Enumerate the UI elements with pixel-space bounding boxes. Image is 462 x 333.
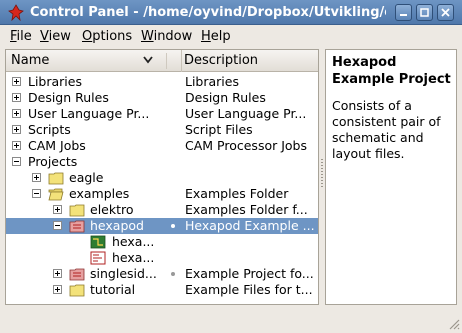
tree-row-elektro[interactable]: elektro Examples Folder f... bbox=[6, 202, 318, 218]
schematic-icon bbox=[90, 251, 106, 265]
minimize-button[interactable] bbox=[395, 4, 412, 21]
folder-icon bbox=[48, 172, 64, 185]
expand-plus-icon[interactable] bbox=[12, 125, 21, 134]
menu-help[interactable]: Help bbox=[201, 28, 231, 45]
project-icon bbox=[69, 220, 85, 233]
tree-row-examples[interactable]: examples Examples Folder bbox=[6, 186, 318, 202]
tree-row-libraries[interactable]: Libraries Libraries bbox=[6, 74, 318, 90]
expand-plus-icon[interactable] bbox=[32, 173, 41, 182]
project-status-dot bbox=[171, 272, 175, 276]
menu-view[interactable]: View bbox=[40, 28, 71, 45]
expand-plus-icon[interactable] bbox=[12, 77, 21, 86]
eagle-app-icon bbox=[8, 4, 24, 21]
tree-row-cam-jobs[interactable]: CAM Jobs CAM Processor Jobs bbox=[6, 138, 318, 154]
collapse-minus-icon[interactable] bbox=[12, 157, 21, 166]
board-icon bbox=[90, 235, 106, 249]
active-project-dot bbox=[171, 224, 175, 228]
folder-icon bbox=[69, 204, 85, 217]
info-description: Consists of a consistent pair of schemat… bbox=[332, 98, 441, 161]
folder-icon bbox=[69, 284, 85, 297]
tree-row-hexapod-board[interactable]: hexa... bbox=[6, 234, 318, 250]
splitter-grip-icon bbox=[321, 159, 323, 189]
close-button[interactable] bbox=[437, 4, 454, 21]
column-header: Name Description bbox=[6, 50, 318, 72]
project-icon bbox=[69, 268, 85, 281]
collapse-minus-icon[interactable] bbox=[32, 189, 41, 198]
menu-window[interactable]: Window bbox=[141, 28, 192, 45]
tree-row-hexapod-schematic[interactable]: hexa... bbox=[6, 250, 318, 266]
column-divider[interactable] bbox=[166, 53, 167, 69]
description-column-header[interactable]: Description bbox=[184, 53, 258, 68]
tree-view[interactable]: Name Description Libraries Libraries Des… bbox=[5, 49, 319, 305]
maximize-button[interactable] bbox=[416, 4, 433, 21]
tree-row-eagle[interactable]: eagle bbox=[6, 170, 318, 186]
expand-plus-icon[interactable] bbox=[12, 109, 21, 118]
open-folder-icon bbox=[48, 188, 64, 201]
maximize-icon bbox=[420, 8, 429, 17]
tree-row-projects[interactable]: Projects bbox=[6, 154, 318, 170]
info-panel: Hexapod Example Project Consists of a co… bbox=[325, 49, 457, 305]
tree-row-hexapod[interactable]: hexapod Hexapod Example ... bbox=[6, 218, 318, 234]
expand-plus-icon[interactable] bbox=[12, 141, 21, 150]
collapse-minus-icon[interactable] bbox=[53, 221, 62, 230]
title-bar[interactable]: Control Panel - /home/oyvind/Dropbox/Utv… bbox=[0, 0, 462, 25]
minimize-icon bbox=[400, 14, 407, 16]
resize-grip-icon[interactable] bbox=[446, 316, 460, 330]
tree-row-singlesided[interactable]: singlesid... Example Project fo... bbox=[6, 266, 318, 282]
expand-plus-icon[interactable] bbox=[53, 205, 62, 214]
tree-row-user-language-programs[interactable]: User Language Pr... User Language Pr... bbox=[6, 106, 318, 122]
expand-plus-icon[interactable] bbox=[53, 269, 62, 278]
close-icon bbox=[441, 8, 450, 17]
expand-plus-icon[interactable] bbox=[53, 285, 62, 294]
info-title: Hexapod Example Project bbox=[332, 55, 451, 87]
tree-row-scripts[interactable]: Scripts Script Files bbox=[6, 122, 318, 138]
panel-splitter[interactable] bbox=[320, 49, 324, 305]
menu-options[interactable]: Options bbox=[82, 28, 132, 45]
name-column-header[interactable]: Name bbox=[6, 50, 182, 72]
tree-row-design-rules[interactable]: Design Rules Design Rules bbox=[6, 90, 318, 106]
sort-descending-icon bbox=[143, 56, 153, 64]
expand-plus-icon[interactable] bbox=[12, 93, 21, 102]
tree-row-tutorial[interactable]: tutorial Example Files for t... bbox=[6, 282, 318, 298]
menu-file[interactable]: File bbox=[10, 28, 32, 45]
menu-bar: File View Options Window Help bbox=[0, 25, 462, 47]
window-title: Control Panel - /home/oyvind/Dropbox/Utv… bbox=[30, 5, 386, 20]
